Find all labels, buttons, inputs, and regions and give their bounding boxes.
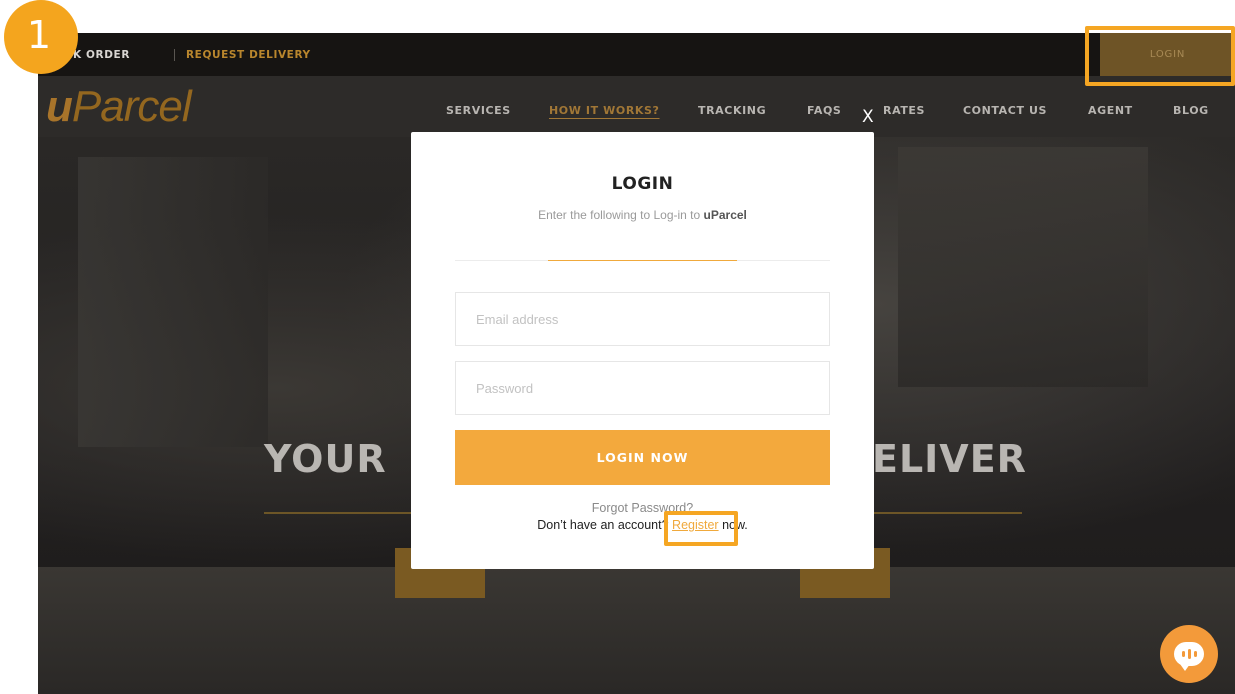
- modal-divider-accent: [548, 260, 737, 261]
- nav-how-it-works[interactable]: HOW IT WORKS?: [549, 104, 660, 117]
- nav-agent[interactable]: AGENT: [1088, 104, 1133, 117]
- chat-bubble-icon: [1174, 642, 1204, 671]
- logo-parcel: Parcel: [71, 82, 192, 131]
- nav-faqs[interactable]: FAQS: [807, 104, 841, 117]
- login-modal: LOGIN Enter the following to Log-in to u…: [411, 132, 874, 569]
- login-highlight-box: [1085, 26, 1235, 86]
- register-highlight-box: [664, 511, 738, 546]
- nav-rates[interactable]: RATES: [883, 104, 925, 117]
- hero-underline-right: [874, 512, 1022, 514]
- email-input[interactable]: [455, 292, 830, 346]
- step-number-badge: 1: [4, 0, 78, 74]
- forgot-password-link[interactable]: Forgot Password?: [411, 501, 874, 515]
- modal-subtitle-text: Enter the following to Log-in to: [538, 208, 704, 222]
- request-delivery-link[interactable]: REQUEST DELIVERY: [186, 49, 311, 61]
- modal-subtitle-brand: uParcel: [703, 208, 747, 222]
- modal-title: LOGIN: [611, 174, 674, 194]
- hero-title-left: YOUR: [264, 437, 387, 481]
- screenshot-stage: ACK ORDER REQUEST DELIVERY LOGIN uParcel…: [0, 0, 1235, 694]
- hero-table: [38, 567, 1235, 694]
- chat-icon-bar: [1193, 651, 1197, 657]
- hero-underline-left: [264, 512, 414, 514]
- uparcel-logo[interactable]: uParcel: [46, 82, 192, 132]
- top-bar: ACK ORDER REQUEST DELIVERY LOGIN: [38, 33, 1235, 76]
- hero-title-right: ELIVER: [872, 437, 1027, 481]
- hero-window-right: [898, 147, 1148, 387]
- nav-contact-us[interactable]: CONTACT US: [963, 104, 1047, 117]
- nav-blog[interactable]: BLOG: [1173, 104, 1209, 117]
- register-prompt: Don’t have an account? Register now.: [411, 518, 874, 532]
- login-now-button[interactable]: LOGIN NOW: [455, 430, 830, 485]
- main-navbar: uParcel SERVICES HOW IT WORKS? TRACKING …: [38, 76, 1235, 137]
- step-number: 1: [26, 13, 52, 57]
- nav-tracking[interactable]: TRACKING: [698, 104, 766, 117]
- modal-subtitle: Enter the following to Log-in to uParcel: [411, 208, 874, 222]
- logo-u: u: [46, 82, 73, 131]
- chat-icon-bar: [1187, 649, 1191, 659]
- chat-button[interactable]: [1160, 625, 1218, 683]
- topbar-separator: [174, 49, 175, 61]
- register-prompt-prefix: Don’t have an account?: [537, 518, 673, 532]
- hero-window-left: [78, 157, 268, 447]
- password-input[interactable]: [455, 361, 830, 415]
- chat-icon-bar: [1181, 651, 1185, 657]
- nav-services[interactable]: SERVICES: [446, 104, 511, 117]
- modal-close-icon[interactable]: X: [862, 107, 874, 127]
